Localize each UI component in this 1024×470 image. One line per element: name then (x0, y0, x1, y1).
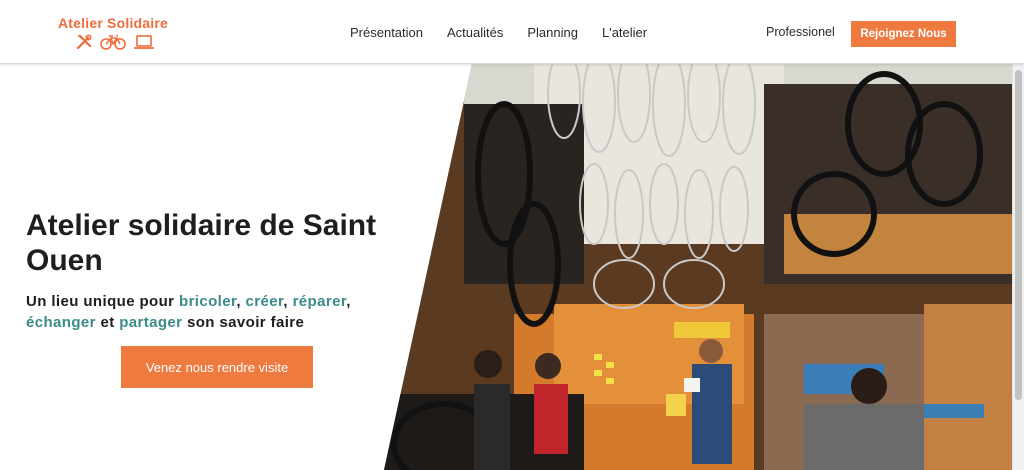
site-logo[interactable]: Atelier Solidaire (58, 14, 178, 54)
page-scrollbar[interactable] (1012, 64, 1024, 470)
main-nav: Présentation Actualités Planning L'ateli… (350, 24, 647, 42)
hero-section: Atelier solidaire de Saint Ouen Un lieu … (0, 64, 1024, 470)
logo-title: Atelier Solidaire (58, 15, 168, 31)
subtitle-text: , (236, 293, 246, 310)
subtitle-text: son savoir faire (182, 314, 305, 331)
nav-item-presentation[interactable]: Présentation (350, 24, 423, 42)
bicycle-icon (100, 34, 126, 50)
nav-item-planning[interactable]: Planning (527, 24, 578, 42)
visit-us-button[interactable]: Venez nous rendre visite (121, 346, 313, 388)
laptop-icon (134, 34, 154, 50)
logo-icons (76, 34, 154, 50)
join-us-button[interactable]: Rejoignez Nous (851, 21, 956, 47)
subtitle-text: et (95, 314, 120, 331)
hero-subtitle: Un lieu unique pour bricoler, créer, rép… (26, 291, 406, 333)
subtitle-text: , (283, 293, 293, 310)
nav-item-latelier[interactable]: L'atelier (602, 24, 647, 42)
highlight-reparer: réparer (292, 293, 347, 310)
highlight-echanger: échanger (26, 314, 96, 331)
subtitle-text: , (346, 293, 351, 310)
scrollbar-thumb[interactable] (1015, 70, 1022, 400)
subtitle-text: Un lieu unique pour (26, 293, 179, 310)
highlight-partager: partager (119, 314, 183, 331)
professional-link[interactable]: Professionel (766, 25, 835, 39)
site-header: Atelier Solidaire Présentation Actualité… (0, 0, 1024, 64)
highlight-bricoler: bricoler (179, 293, 237, 310)
nav-item-actualites[interactable]: Actualités (447, 24, 503, 42)
hero-workshop-photo (384, 64, 1012, 470)
tools-icon (76, 34, 92, 50)
hero-title: Atelier solidaire de Saint Ouen (26, 209, 377, 277)
highlight-creer: créer (245, 293, 284, 310)
